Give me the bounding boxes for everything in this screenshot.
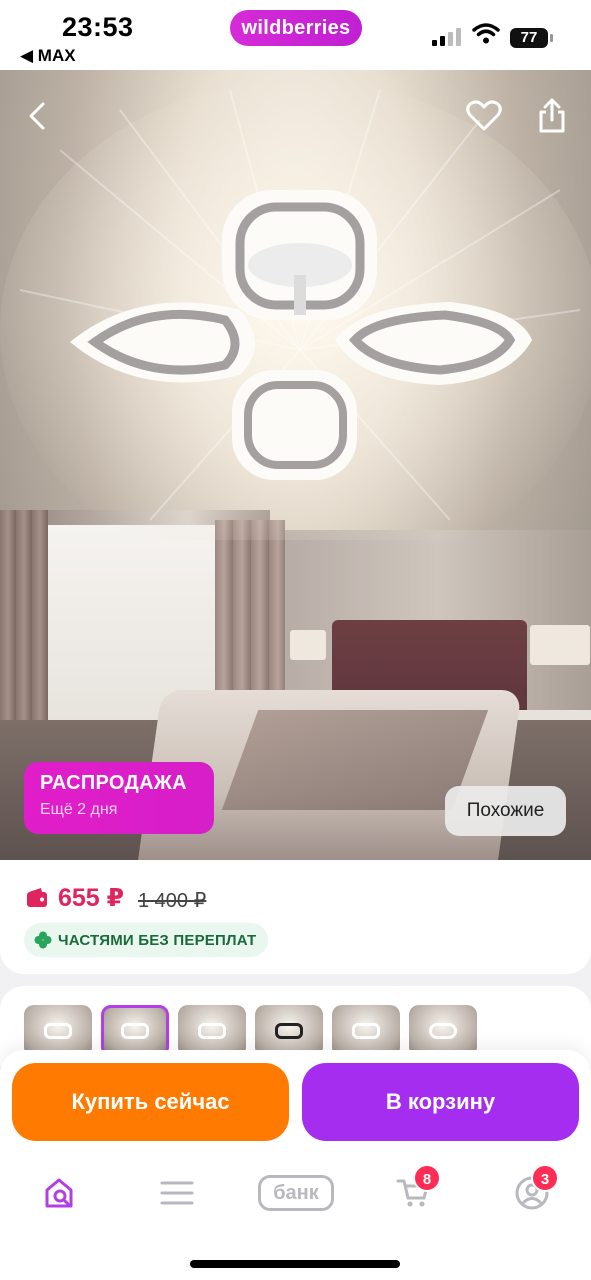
- heart-icon: [466, 100, 502, 131]
- status-bar: 23:53 ◀ MAX wildberries 77: [0, 0, 591, 70]
- installments-label: ЧАСТЯМИ БЕЗ ПЕРЕПЛАТ: [58, 931, 257, 949]
- product-image[interactable]: [0, 70, 591, 860]
- tab-catalog[interactable]: [152, 1168, 202, 1218]
- share-icon: [539, 98, 565, 133]
- similar-button[interactable]: Похожие: [445, 786, 566, 836]
- clock: 23:53: [62, 12, 134, 42]
- old-price: 1 400 ₽: [138, 890, 207, 912]
- back-button[interactable]: [16, 94, 60, 138]
- sale-badge[interactable]: РАСПРОДАЖА Ещё 2 дня: [24, 762, 214, 834]
- price-section: 655 ₽ 1 400 ₽ ЧАСТЯМИ БЕЗ ПЕРЕПЛАТ: [0, 860, 591, 974]
- signal-icon: [432, 26, 462, 46]
- installments-badge[interactable]: ЧАСТЯМИ БЕЗ ПЕРЕПЛАТ: [24, 923, 269, 957]
- wallet-icon: [27, 888, 47, 907]
- current-price: 655 ₽: [58, 884, 125, 912]
- tab-bank[interactable]: банк: [258, 1168, 334, 1218]
- clover-icon: [34, 931, 52, 949]
- tab-home[interactable]: [35, 1168, 85, 1218]
- home-indicator: [190, 1260, 400, 1268]
- battery-indicator: 77: [510, 28, 553, 48]
- share-button[interactable]: [530, 94, 574, 138]
- buy-now-button[interactable]: Купить сейчас: [12, 1063, 289, 1141]
- brand-logo: wildberries: [230, 10, 362, 46]
- favorite-button[interactable]: [462, 94, 506, 138]
- cart-count-badge: 8: [413, 1164, 441, 1192]
- home-search-icon: [45, 1178, 73, 1208]
- product-page: 23:53 ◀ MAX wildberries 77 РАСПРОДАЖА Ещ…: [0, 0, 591, 1280]
- add-to-cart-button[interactable]: В корзину: [302, 1063, 579, 1141]
- chevron-left-icon: [29, 102, 45, 130]
- sale-countdown: Ещё 2 дня: [40, 801, 118, 818]
- bank-label: банк: [258, 1175, 334, 1211]
- back-to-app-link[interactable]: ◀ MAX: [20, 46, 76, 66]
- sale-title: РАСПРОДАЖА: [40, 772, 187, 794]
- chandelier-image: [0, 80, 591, 540]
- wifi-icon: [472, 22, 500, 51]
- menu-icon: [160, 1181, 194, 1205]
- profile-notification-badge: 3: [531, 1164, 559, 1192]
